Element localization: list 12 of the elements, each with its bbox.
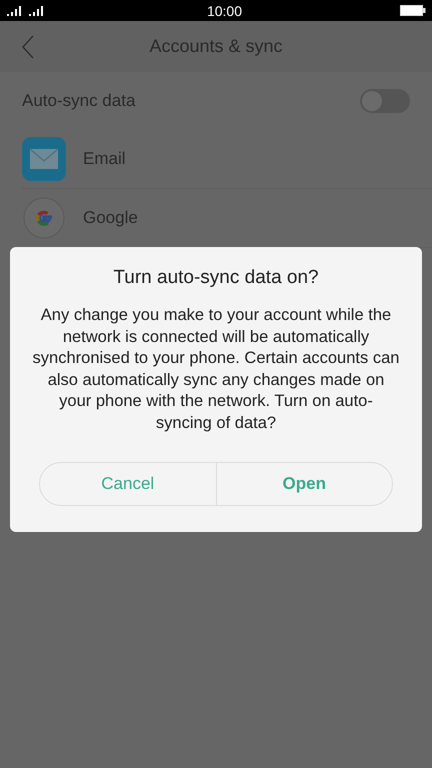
- dialog-title: Turn auto-sync data on?: [113, 267, 319, 289]
- back-icon[interactable]: [22, 35, 34, 59]
- battery-icon: [400, 5, 426, 16]
- google-logo-icon: [22, 196, 66, 240]
- screen-title: Accounts & sync: [149, 36, 283, 57]
- envelope-icon: [22, 137, 66, 181]
- setting-label: Auto-sync data: [22, 91, 136, 111]
- open-button[interactable]: Open: [216, 463, 392, 505]
- account-item[interactable]: Email: [22, 130, 432, 189]
- status-time: 10:00: [206, 2, 242, 18]
- dialog-message: Any change you make to your account while the network is connected will be automatically synchronised to your phone. Certain accounts can also automatically sync any changes made on your phone with the network. Turn on auto-syncing of data?: [32, 305, 400, 434]
- cancel-button[interactable]: Cancel: [40, 463, 216, 505]
